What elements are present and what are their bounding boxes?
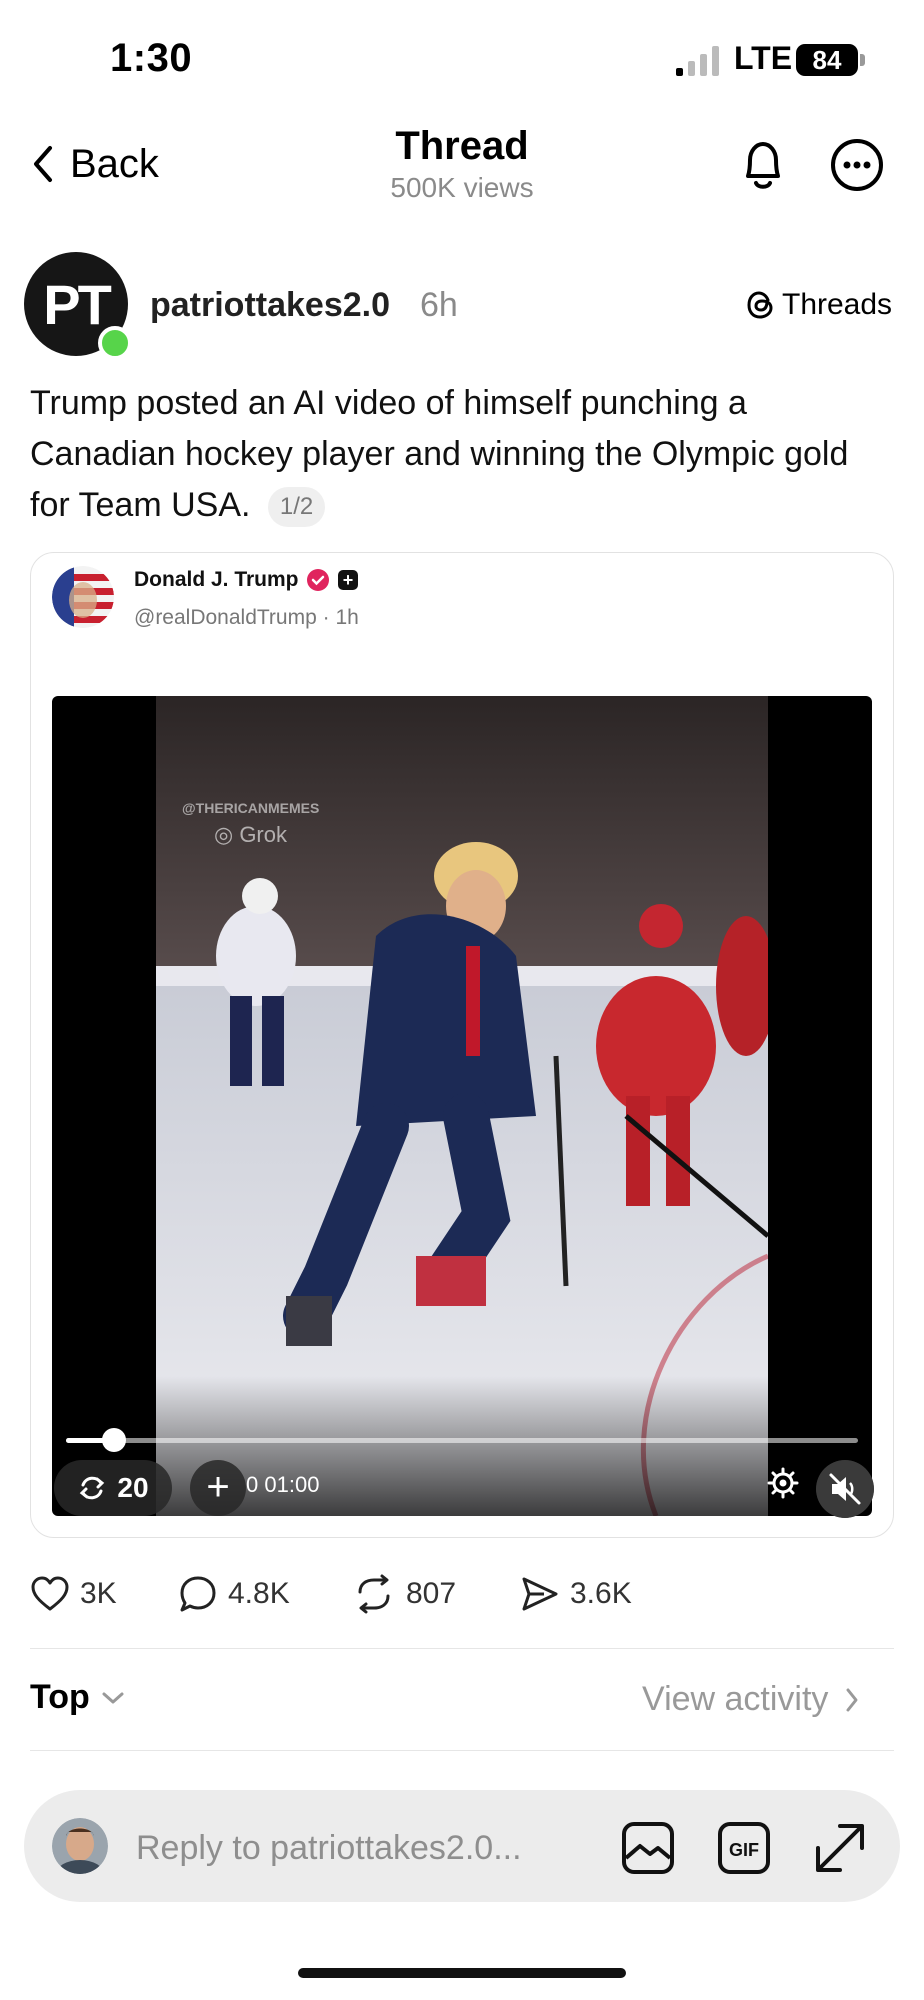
- comment-icon: [180, 1576, 216, 1612]
- network-type: LTE: [734, 40, 793, 76]
- chevron-down-icon: [102, 1692, 124, 1703]
- send-icon: [522, 1577, 558, 1611]
- signal-icon: [676, 46, 719, 76]
- avatar-initials: PT: [43, 272, 112, 336]
- more-options-icon[interactable]: [830, 138, 884, 192]
- repost-icon: [358, 1574, 390, 1614]
- share-button[interactable]: 3.6K: [520, 1572, 632, 1616]
- like-button[interactable]: 3K: [30, 1572, 117, 1616]
- chevron-right-icon: [846, 1688, 858, 1711]
- expand-icon[interactable]: [810, 1818, 870, 1878]
- battery-level: 84: [812, 45, 842, 75]
- divider: [30, 1648, 894, 1649]
- battery-nub: [860, 54, 865, 66]
- threads-source-badge[interactable]: Threads: [746, 288, 892, 322]
- reply-input[interactable]: [134, 1822, 578, 1874]
- view-activity-label: View activity: [642, 1680, 829, 1718]
- battery-icon: 84: [796, 44, 858, 76]
- like-count: 3K: [80, 1577, 117, 1610]
- svg-text:GIF: GIF: [729, 1840, 759, 1860]
- threads-logo-icon: [747, 291, 773, 319]
- reply-sort-dropdown[interactable]: Top: [30, 1678, 126, 1717]
- watermark-brand-text: Grok: [239, 822, 287, 847]
- online-status-dot: [98, 326, 132, 360]
- threads-label: Threads: [782, 288, 893, 321]
- replay-icon: [80, 1476, 105, 1500]
- repost-count: 807: [406, 1577, 457, 1610]
- back-label: Back: [70, 141, 159, 186]
- add-button[interactable]: +: [190, 1460, 246, 1516]
- replay-count: 20: [117, 1472, 149, 1503]
- gear-icon[interactable]: [766, 1466, 800, 1500]
- bell-icon[interactable]: [736, 136, 790, 194]
- post-time: 6h: [420, 286, 458, 324]
- video-scrubber-handle[interactable]: [101, 1428, 126, 1452]
- embed-author-name: Donald J. Trump: [134, 568, 299, 591]
- author-name[interactable]: patriottakes2.0: [150, 286, 390, 325]
- share-count: 3.6K: [570, 1577, 632, 1610]
- follow-plus-icon: +: [338, 570, 358, 590]
- heart-icon: [31, 1576, 69, 1611]
- replay-button[interactable]: 20: [54, 1460, 172, 1516]
- chevron-left-icon: [34, 146, 52, 182]
- video-time-left: 0: [246, 1472, 259, 1497]
- comment-count: 4.8K: [228, 1577, 290, 1610]
- repost-button[interactable]: 807: [352, 1572, 456, 1616]
- video-time: 0 01:00: [246, 1472, 319, 1498]
- video-frame: [156, 696, 768, 1516]
- status-time: 1:30: [110, 36, 193, 80]
- post-body: Trump posted an AI video of himself punc…: [30, 384, 849, 524]
- image-icon[interactable]: [620, 1820, 676, 1876]
- divider: [30, 1750, 894, 1751]
- verified-badge-icon: [307, 569, 329, 591]
- mute-icon[interactable]: [816, 1460, 874, 1518]
- video-watermark-brand: ◎ Grok: [214, 822, 287, 847]
- video-time-right: 01:00: [264, 1472, 320, 1497]
- embed-author-handle: @realDonaldTrump · 1h: [134, 606, 359, 629]
- video-watermark-handle: @THERICANMEMES: [182, 800, 320, 816]
- home-indicator: [298, 1968, 626, 1978]
- video-progress-track[interactable]: [66, 1438, 858, 1443]
- comment-button[interactable]: 4.8K: [178, 1572, 290, 1616]
- embed-avatar: [52, 566, 114, 628]
- video-player[interactable]: [52, 696, 872, 1516]
- back-button[interactable]: Back: [30, 136, 159, 192]
- sort-label: Top: [30, 1678, 90, 1716]
- view-activity-link[interactable]: View activity: [642, 1680, 860, 1719]
- page-indicator: 1/2: [267, 487, 326, 528]
- gif-icon[interactable]: GIF: [716, 1820, 772, 1876]
- post-text: Trump posted an AI video of himself punc…: [30, 378, 890, 531]
- user-avatar: [52, 1818, 108, 1874]
